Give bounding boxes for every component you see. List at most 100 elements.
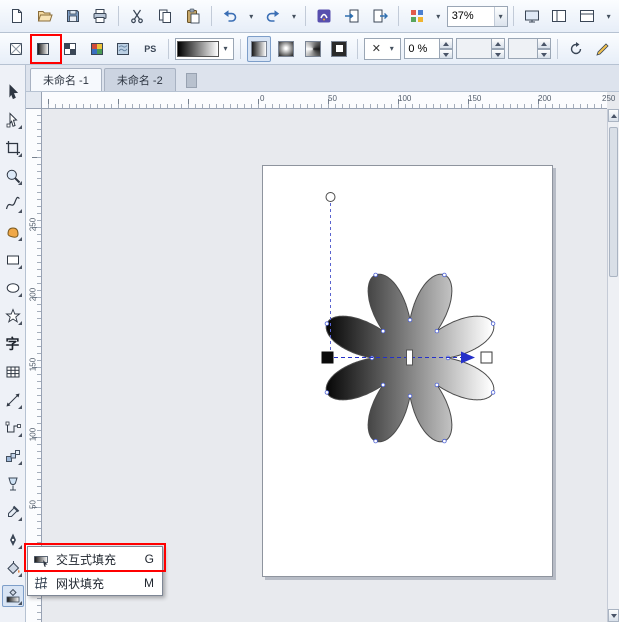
step-up-icon[interactable] [492, 38, 506, 49]
edge-pad-input[interactable] [404, 38, 441, 59]
edge-pad-spinner[interactable] [404, 38, 454, 59]
gradient-arrow-icon[interactable] [461, 351, 475, 364]
postscript-fill-button[interactable]: PS [138, 36, 162, 62]
ruler-label: 250 [602, 94, 616, 103]
pick-tool[interactable] [2, 81, 24, 103]
menu-item-mesh-fill[interactable]: 网状填充 M [28, 571, 162, 595]
angle-spinner[interactable] [456, 38, 506, 59]
edit-fill-button[interactable] [591, 36, 615, 62]
window-layout-2-button[interactable] [574, 3, 600, 29]
toolbar-overflow-arrow-icon[interactable]: ▾ [602, 5, 615, 27]
scroll-down-icon[interactable] [608, 609, 619, 622]
text-tool[interactable]: 字 [2, 333, 24, 355]
ruler-origin-button[interactable] [26, 92, 42, 109]
application-button[interactable] [311, 3, 337, 29]
step-down-icon[interactable] [538, 48, 552, 59]
flyout-corner-icon [17, 125, 22, 129]
connector-tool[interactable] [2, 417, 24, 439]
toolbar-separator [512, 6, 514, 26]
application-launcher-button[interactable] [404, 3, 430, 29]
spinner-steppers[interactable] [538, 38, 552, 59]
fill-tool[interactable] [2, 557, 24, 579]
new-document-button[interactable] [4, 3, 30, 29]
radial-fountain-button[interactable] [274, 36, 298, 62]
tab-untitled-2[interactable]: 未命名 -2 [103, 68, 176, 91]
gradient-end-handle[interactable] [480, 351, 493, 364]
zoom-combo[interactable]: ▾ [446, 5, 508, 27]
table-tool[interactable] [2, 361, 24, 383]
ellipse-tool[interactable] [2, 277, 24, 299]
redo-button[interactable] [260, 3, 286, 29]
fullscreen-preview-button[interactable] [519, 3, 545, 29]
copy-button[interactable] [152, 3, 178, 29]
eyedropper-tool[interactable] [2, 501, 24, 523]
no-fill-button[interactable] [4, 36, 28, 62]
interactive-fill-tool[interactable] [1, 585, 24, 607]
spinner-steppers[interactable] [492, 38, 506, 59]
outline-pen-tool[interactable] [2, 529, 24, 551]
scrollbar-thumb[interactable] [609, 127, 618, 277]
zoom-dropdown-arrow-icon[interactable]: ▾ [493, 6, 507, 26]
dimension-tool[interactable] [2, 389, 24, 411]
conical-fountain-button[interactable] [301, 36, 325, 62]
steps-input[interactable] [508, 38, 539, 59]
undo-dropdown-arrow-icon[interactable]: ▾ [245, 5, 258, 27]
flyout-corner-icon [17, 265, 22, 269]
smart-fill-tool[interactable] [2, 221, 24, 243]
print-button[interactable] [88, 3, 114, 29]
full-color-pattern-button[interactable] [85, 36, 109, 62]
texture-fill-button[interactable] [111, 36, 135, 62]
zoom-level-input[interactable] [447, 6, 494, 26]
fountain-preview-dropdown[interactable]: ▾ [175, 37, 235, 60]
polygon-tool[interactable] [2, 305, 24, 327]
vertical-scrollbar[interactable] [607, 109, 619, 622]
copy-fill-properties-button[interactable] [564, 36, 588, 62]
menu-item-interactive-fill[interactable]: 交互式填充 G [28, 547, 162, 571]
tab-untitled-1[interactable]: 未命名 -1 [30, 68, 102, 91]
angle-input[interactable] [456, 38, 493, 59]
rectangle-tool[interactable] [2, 249, 24, 271]
postscript-fill-icon: PS [144, 43, 157, 54]
horizontal-ruler[interactable]: 0 50 100 150 200 250 [42, 92, 615, 109]
gradient-midpoint-slider[interactable] [406, 349, 413, 366]
swatch-dropdown-arrow-icon[interactable]: ▾ [219, 38, 232, 60]
ruler-label: 150 [28, 357, 38, 372]
transparency-tool[interactable] [2, 473, 24, 495]
square-fountain-button[interactable] [328, 36, 352, 62]
scroll-up-icon[interactable] [608, 109, 619, 122]
crop-tool[interactable] [2, 137, 24, 159]
application-launcher-icon [410, 10, 423, 22]
fountain-fill-button[interactable] [31, 36, 55, 62]
window-layout-button[interactable] [547, 3, 573, 29]
step-up-icon[interactable] [538, 38, 552, 49]
steps-spinner[interactable] [508, 38, 552, 59]
node-color-arrow-icon[interactable]: ▾ [385, 38, 398, 60]
undo-button[interactable] [217, 3, 243, 29]
two-color-pattern-button[interactable] [58, 36, 82, 62]
canvas-objects [321, 192, 496, 444]
shape-tool[interactable] [2, 109, 24, 131]
redo-dropdown-arrow-icon[interactable]: ▾ [288, 5, 301, 27]
cut-button[interactable] [124, 3, 150, 29]
split-horizontal-icon [580, 10, 595, 22]
step-up-icon[interactable] [440, 38, 454, 49]
guide-circle-handle[interactable] [325, 192, 336, 202]
step-down-icon[interactable] [440, 48, 454, 59]
flyout-corner-icon [17, 461, 22, 465]
blend-tool[interactable] [2, 445, 24, 467]
step-down-icon[interactable] [492, 48, 506, 59]
save-button[interactable] [60, 3, 86, 29]
launcher-dropdown-arrow-icon[interactable]: ▾ [432, 5, 445, 27]
conical-fountain-icon [304, 40, 321, 57]
open-button[interactable] [32, 3, 58, 29]
freehand-tool[interactable] [2, 193, 24, 215]
node-color-dropdown[interactable]: ✕ ▾ [364, 37, 402, 60]
import-button[interactable] [339, 3, 365, 29]
zoom-tool[interactable] [2, 165, 24, 187]
paste-button[interactable] [180, 3, 206, 29]
export-button[interactable] [367, 3, 393, 29]
linear-fountain-button[interactable] [246, 35, 271, 62]
monitor-icon [524, 10, 539, 23]
gradient-start-handle[interactable] [321, 351, 334, 364]
spinner-steppers[interactable] [440, 38, 454, 59]
